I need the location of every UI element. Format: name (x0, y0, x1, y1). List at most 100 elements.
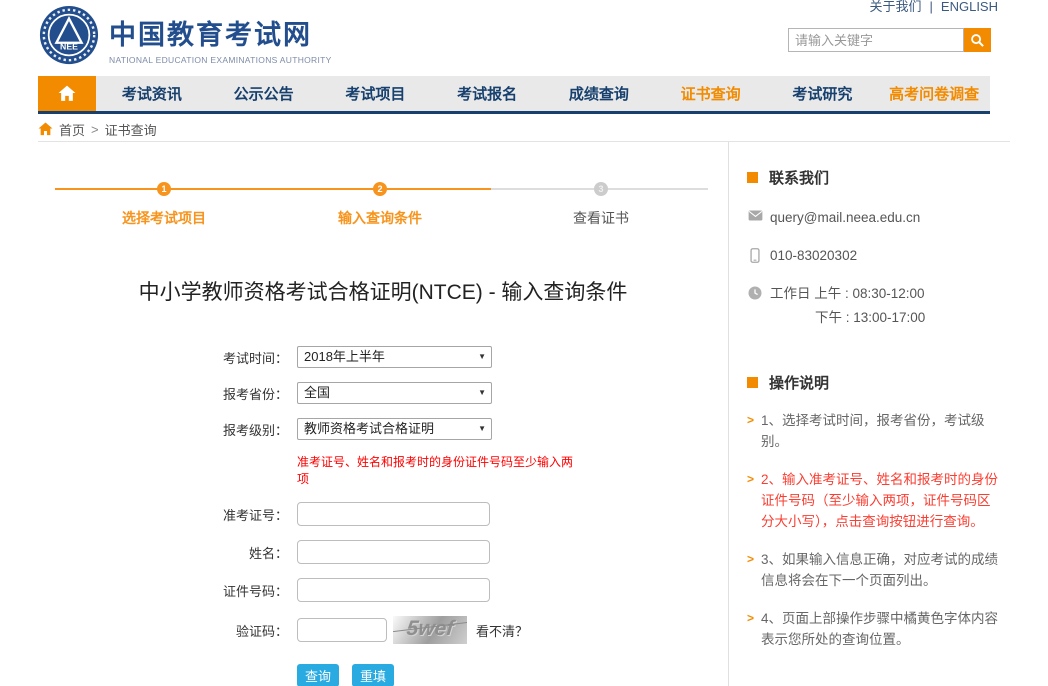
svg-text:NEE: NEE (60, 42, 78, 52)
breadcrumb-home-link[interactable]: 首页 (59, 120, 85, 139)
captcha-row: 验证码： 5wef 看不清？ (38, 616, 728, 644)
nav-item-exam-news[interactable]: 考试资讯 (96, 76, 208, 111)
step-2-circle: 2 (373, 182, 387, 196)
name-label: 姓名： (38, 543, 297, 562)
ticket-number-input[interactable] (297, 502, 490, 526)
nav-item-public-notices[interactable]: 公示公告 (208, 76, 320, 111)
search-box (788, 28, 991, 52)
province-value: 全国 (304, 385, 330, 400)
nav-item-score-query[interactable]: 成绩查询 (543, 76, 655, 111)
instruction-text: 3、如果输入信息正确，对应考试的成绩信息将会在下一个页面列出。 (761, 549, 1003, 591)
site-name: 中国教育考试网 (109, 13, 332, 52)
site-title-block: 中国教育考试网 NATIONAL EDUCATION EXAMINATIONS … (109, 4, 332, 65)
query-form: 考试时间： 2018年上半年 ▼ 报考省份： 全国 ▼ 报考级别： (38, 346, 728, 686)
nav-item-gaokao-survey[interactable]: 高考问卷调查 (878, 76, 990, 111)
top-links-divider: | (930, 0, 933, 14)
query-button[interactable]: 查询 (297, 664, 339, 686)
arrow-marker-icon: > (747, 469, 754, 532)
content: 1 2 3 选择考试项目 输入查询条件 查看证书 中小学教师资格考试合格证明(N… (38, 142, 1048, 686)
dropdown-arrow-icon: ▼ (478, 419, 486, 439)
page-title: 中小学教师资格考试合格证明(NTCE) - 输入查询条件 (38, 276, 728, 306)
site-logo[interactable]: NEE 中国教育考试网 NATIONAL EDUCATION EXAMINATI… (38, 4, 332, 66)
instruction-text: 4、页面上部操作步骤中橘黄色字体内容表示您所处的查询位置。 (761, 608, 1003, 650)
english-link[interactable]: ENGLISH (941, 0, 998, 14)
exam-time-select[interactable]: 2018年上半年 ▼ (297, 346, 492, 368)
arrow-marker-icon: > (747, 608, 754, 650)
breadcrumb: 首页 > 证书查询 (38, 114, 1010, 142)
breadcrumb-home-icon (38, 122, 53, 136)
instruction-text: 1、选择考试时间，报考省份，考试级别。 (761, 410, 1003, 452)
id-number-input[interactable] (297, 578, 490, 602)
search-button[interactable] (964, 28, 991, 52)
captcha-label: 验证码： (38, 621, 297, 640)
orange-square-bullet (747, 377, 758, 388)
reset-button[interactable]: 重填 (352, 664, 394, 686)
neea-emblem-icon: NEE (38, 4, 100, 66)
progress-steps: 1 2 3 选择考试项目 输入查询条件 查看证书 (38, 180, 728, 236)
ticket-number-row: 准考证号： (38, 502, 728, 526)
instructions-title-text: 操作说明 (769, 372, 829, 393)
home-icon (58, 85, 76, 102)
nav-home-button[interactable] (38, 76, 96, 111)
exam-time-row: 考试时间： 2018年上半年 ▼ (38, 346, 728, 368)
contact-phone: 010-83020302 (770, 247, 857, 264)
contact-hours-line1: 工作日 上午 : 08:30-12:00 (770, 285, 925, 302)
captcha-text: 5wef (393, 616, 467, 642)
contact-email-row: query@mail.neea.edu.cn (747, 209, 1022, 226)
province-label: 报考省份： (38, 384, 297, 403)
instruction-text: 2、输入准考证号、姓名和报考时的身份证件号码（至少输入两项，证件号码区分大小写）… (761, 469, 1003, 532)
contact-hours-row: 工作日 上午 : 08:30-12:00 (747, 285, 1022, 302)
level-value: 教师资格考试合格证明 (304, 421, 434, 436)
clock-icon (747, 285, 763, 300)
contact-hours-line2: 下午 : 13:00-17:00 (815, 306, 1022, 326)
ticket-number-label: 准考证号： (38, 505, 297, 524)
id-number-row: 证件号码： (38, 578, 728, 602)
main-column: 1 2 3 选择考试项目 输入查询条件 查看证书 中小学教师资格考试合格证明(N… (38, 142, 728, 686)
steps-progress (55, 188, 491, 190)
instruction-item-4: > 4、页面上部操作步骤中橘黄色字体内容表示您所处的查询位置。 (747, 608, 1022, 650)
contact-section-title: 联系我们 (747, 167, 1022, 188)
contact-phone-row: 010-83020302 (747, 247, 1022, 264)
breadcrumb-separator: > (91, 122, 99, 137)
nav-item-certificate-query[interactable]: 证书查询 (655, 76, 767, 111)
captcha-refresh-link[interactable]: 看不清？ (476, 621, 528, 640)
province-select[interactable]: 全国 ▼ (297, 382, 492, 404)
instructions-section: 操作说明 > 1、选择考试时间，报考省份，考试级别。 > 2、输入准考证号、姓名… (747, 372, 1022, 650)
site-header: NEE 中国教育考试网 NATIONAL EDUCATION EXAMINATI… (0, 0, 1048, 76)
step-3-label: 查看证书 (531, 208, 671, 228)
nav-item-exam-research[interactable]: 考试研究 (767, 76, 879, 111)
breadcrumb-current: 证书查询 (105, 120, 157, 139)
search-input[interactable] (788, 28, 964, 52)
arrow-marker-icon: > (747, 410, 754, 452)
instruction-item-1: > 1、选择考试时间，报考省份，考试级别。 (747, 410, 1022, 452)
phone-icon (747, 247, 763, 263)
id-number-label: 证件号码： (38, 581, 297, 600)
top-links: 关于我们 | ENGLISH (870, 0, 998, 15)
button-row: 查询 重填 (297, 664, 728, 686)
level-row: 报考级别： 教师资格考试合格证明 ▼ (38, 418, 728, 440)
arrow-marker-icon: > (747, 549, 754, 591)
dropdown-arrow-icon: ▼ (478, 383, 486, 403)
level-label: 报考级别： (38, 420, 297, 439)
name-input[interactable] (297, 540, 490, 564)
nav-item-exam-programs[interactable]: 考试项目 (320, 76, 432, 111)
step-1-circle: 1 (157, 182, 171, 196)
exam-time-value: 2018年上半年 (304, 349, 385, 364)
nav-item-exam-registration[interactable]: 考试报名 (431, 76, 543, 111)
step-3-circle: 3 (594, 182, 608, 196)
step-1-label: 选择考试项目 (94, 208, 234, 228)
about-us-link[interactable]: 关于我们 (870, 0, 922, 14)
search-icon (970, 33, 985, 48)
envelope-icon (747, 209, 763, 221)
level-select[interactable]: 教师资格考试合格证明 ▼ (297, 418, 492, 440)
page: NEE 中国教育考试网 NATIONAL EDUCATION EXAMINATI… (0, 0, 1048, 686)
captcha-image[interactable]: 5wef (393, 616, 467, 644)
captcha-input[interactable] (297, 618, 387, 642)
form-hint: 准考证号、姓名和报考时的身份证件号码至少输入两项 (297, 454, 575, 488)
contact-email: query@mail.neea.edu.cn (770, 209, 920, 226)
sidebar: 联系我们 query@mail.neea.edu.cn (729, 142, 1022, 686)
name-row: 姓名： (38, 540, 728, 564)
contact-title-text: 联系我们 (769, 167, 829, 188)
instruction-item-2: > 2、输入准考证号、姓名和报考时的身份证件号码（至少输入两项，证件号码区分大小… (747, 469, 1022, 532)
site-subtitle: NATIONAL EDUCATION EXAMINATIONS AUTHORIT… (109, 55, 332, 65)
